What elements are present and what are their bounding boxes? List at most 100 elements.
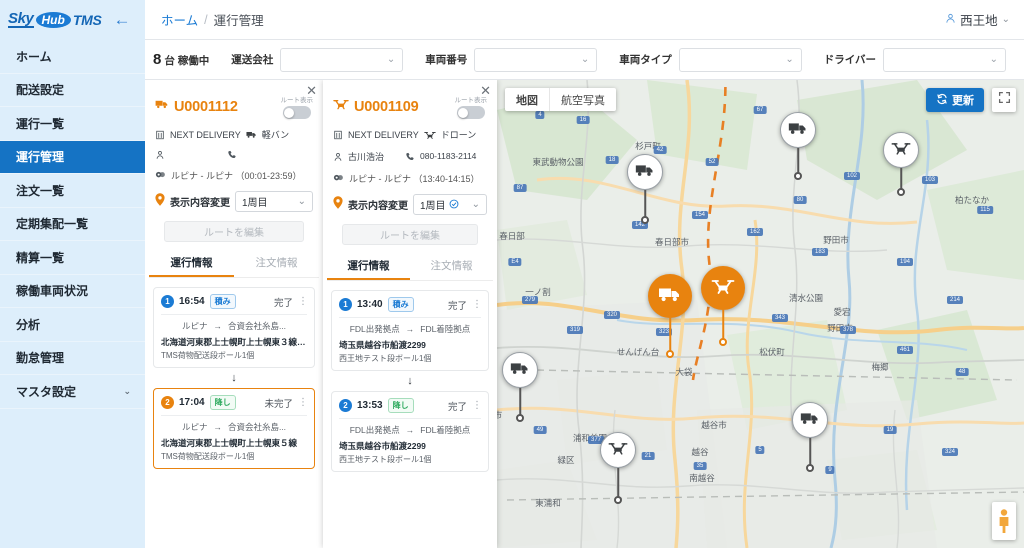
map-marker-truck-2[interactable] <box>627 154 663 190</box>
map-marker-truck-3[interactable] <box>648 274 692 318</box>
edit-route-button[interactable]: ルートを編集 <box>164 221 303 242</box>
phone-icon <box>227 150 237 160</box>
sidebar-item-1[interactable]: 配送設定 <box>0 74 145 108</box>
map-type-button-1[interactable]: 航空写真 <box>549 88 616 111</box>
route-display-toggle[interactable] <box>457 106 485 119</box>
trip-card-0[interactable]: 116:54積み完了⋮ルピナ→合資会社糸島...北海道河東郡上士幌町上士幌東３線… <box>153 287 315 368</box>
app-root: Sky Hub TMS ← ホーム / 運行管理 西王地 ⌄ ホーム配送設定運行… <box>0 0 1024 548</box>
breadcrumb: ホーム / 運行管理 <box>145 10 264 29</box>
trip-status: 未完了 <box>264 396 293 410</box>
breadcrumb-current: 運行管理 <box>214 10 264 29</box>
fullscreen-button[interactable] <box>992 88 1016 112</box>
trip-time: 13:53 <box>357 400 383 411</box>
filter-select-0[interactable]: ⌄ <box>280 48 403 72</box>
route-shield: 214 <box>947 296 963 304</box>
map-label: 春日部市 <box>655 236 689 248</box>
trip-more-menu-icon[interactable]: ⋮ <box>472 400 481 411</box>
company-row: NEXT DELIVERY軽バン <box>155 128 313 141</box>
refresh-button[interactable]: 更新 <box>926 88 984 112</box>
map-pin-icon <box>155 193 165 211</box>
marker-anchor-dot <box>897 188 905 196</box>
sidebar-item-2[interactable]: 運行一覧 <box>0 107 145 141</box>
map-marker-truck-5[interactable] <box>502 352 538 388</box>
marker-stem <box>797 148 799 174</box>
map-label: 野田市 <box>823 234 849 246</box>
sidebar-item-10[interactable]: マスタ設定⌄ <box>0 375 145 409</box>
trip-sequence-arrow-icon: ↓ <box>331 375 489 387</box>
map-marker-drone-6[interactable] <box>600 432 636 468</box>
sidebar-item-4[interactable]: 注文一覧 <box>0 174 145 208</box>
panel-tabs: 運行情報注文情報 <box>323 258 497 280</box>
panel-tab-1[interactable]: 注文情報 <box>234 255 319 277</box>
filter-group-container: 運送会社⌄車両番号⌄車両タイプ⌄ドライバー⌄ <box>209 48 1006 72</box>
trip-card-1[interactable]: 217:04降し未完了⋮ルピナ→合資会社糸島...北海道河東郡上士幌町上士幌東５… <box>153 388 315 469</box>
route-display-toggle[interactable] <box>283 106 311 119</box>
close-icon[interactable]: ✕ <box>480 84 491 97</box>
route-shield: 21 <box>642 452 655 460</box>
breadcrumb-home[interactable]: ホーム <box>161 10 198 29</box>
trip-time: 13:40 <box>357 299 383 310</box>
sidebar-item-label: 分析 <box>16 316 40 333</box>
sidebar-item-9[interactable]: 勤怠管理 <box>0 342 145 376</box>
route-shield: 16 <box>577 116 590 124</box>
lap-select[interactable]: 1周目⌄ <box>235 191 313 212</box>
sidebar-item-6[interactable]: 精算一覧 <box>0 241 145 275</box>
panel-tabs: 運行情報注文情報 <box>145 255 323 277</box>
user-menu[interactable]: 西王地 ⌄ <box>945 10 1024 29</box>
map-marker-truck-7[interactable] <box>792 402 828 438</box>
app-logo[interactable]: Sky Hub TMS <box>8 11 101 28</box>
trip-time: 17:04 <box>179 397 205 408</box>
sidebar-item-7[interactable]: 稼働車両状況 <box>0 275 145 309</box>
map-marker-truck-0[interactable] <box>780 112 816 148</box>
marker-anchor-dot <box>516 414 524 422</box>
trip-address: 北海道河東郡上士幌町上士幌東３線２... <box>161 336 307 348</box>
filter-label: 車両番号 <box>425 52 467 67</box>
trip-card-0[interactable]: 113:40積み完了⋮FDL出発拠点→FDL着陸拠点埼玉県越谷市船渡2299西王… <box>331 290 489 371</box>
edit-route-button[interactable]: ルートを編集 <box>342 224 478 245</box>
route-shield: 87 <box>514 184 527 192</box>
sidebar-item-8[interactable]: 分析 <box>0 308 145 342</box>
trip-address: 埼玉県越谷市船渡2299 <box>339 440 481 452</box>
street-view-pegman[interactable] <box>992 502 1016 540</box>
driver-phone: 080-1183-2114 <box>420 151 476 162</box>
map-marker-drone-4[interactable] <box>701 266 745 310</box>
map-type-button-0[interactable]: 地図 <box>505 88 549 111</box>
vehicle-type: ドローン <box>441 128 477 141</box>
trip-more-menu-icon[interactable]: ⋮ <box>298 296 307 307</box>
trip-type-chip: 降し <box>388 398 414 413</box>
trip-more-menu-icon[interactable]: ⋮ <box>298 397 307 408</box>
back-arrow-icon[interactable]: ← <box>113 10 130 30</box>
map-label: 大袋 <box>675 366 692 378</box>
map-label: 春日部 <box>499 230 525 242</box>
panel-tab-1[interactable]: 注文情報 <box>410 258 493 280</box>
marker-bubble <box>600 432 636 468</box>
map-marker-drone-1[interactable] <box>883 132 919 168</box>
sidebar-item-0[interactable]: ホーム <box>0 40 145 74</box>
drone-icon <box>711 274 735 303</box>
refresh-label: 更新 <box>952 92 974 108</box>
map-type-control[interactable]: 地図航空写真 <box>505 88 616 111</box>
filter-select-2[interactable]: ⌄ <box>679 48 802 72</box>
sidebar-item-3[interactable]: 運行管理 <box>0 141 145 175</box>
truck-icon <box>155 97 169 116</box>
route-shield: 319 <box>567 326 583 334</box>
chevron-down-icon: ⌄ <box>581 54 589 65</box>
trip-card-1[interactable]: 213:53降し完了⋮FDL出発拠点→FDL着陸拠点埼玉県越谷市船渡2299西王… <box>331 391 489 472</box>
panel-tab-0[interactable]: 運行情報 <box>327 258 410 280</box>
marker-anchor-dot <box>794 172 802 180</box>
truck-icon <box>510 358 530 383</box>
logo-hub-text: Hub <box>36 12 71 28</box>
map-canvas[interactable]: 杉戸町東武動物公園春日部市野田市清水公園松伏町せんげん台大袋越谷市越谷南越谷浦和… <box>497 80 1024 548</box>
filter-select-3[interactable]: ⌄ <box>883 48 1006 72</box>
trip-more-menu-icon[interactable]: ⋮ <box>472 299 481 310</box>
vehicle-panel-0: ✕U0001112ルート表示NEXT DELIVERY軽バンルピナ - ルピナ … <box>145 80 323 548</box>
arrow-right-icon: → <box>406 324 415 334</box>
driver-row <box>155 150 313 160</box>
route-text: ルピナ - ルピナ （00:01-23:59） <box>171 169 302 182</box>
route-shield: 183 <box>812 248 828 256</box>
close-icon[interactable]: ✕ <box>306 84 317 97</box>
panel-tab-0[interactable]: 運行情報 <box>149 255 234 277</box>
filter-select-1[interactable]: ⌄ <box>474 48 597 72</box>
lap-select[interactable]: 1周目⌄ <box>413 194 487 215</box>
sidebar-item-5[interactable]: 定期集配一覧 <box>0 208 145 242</box>
